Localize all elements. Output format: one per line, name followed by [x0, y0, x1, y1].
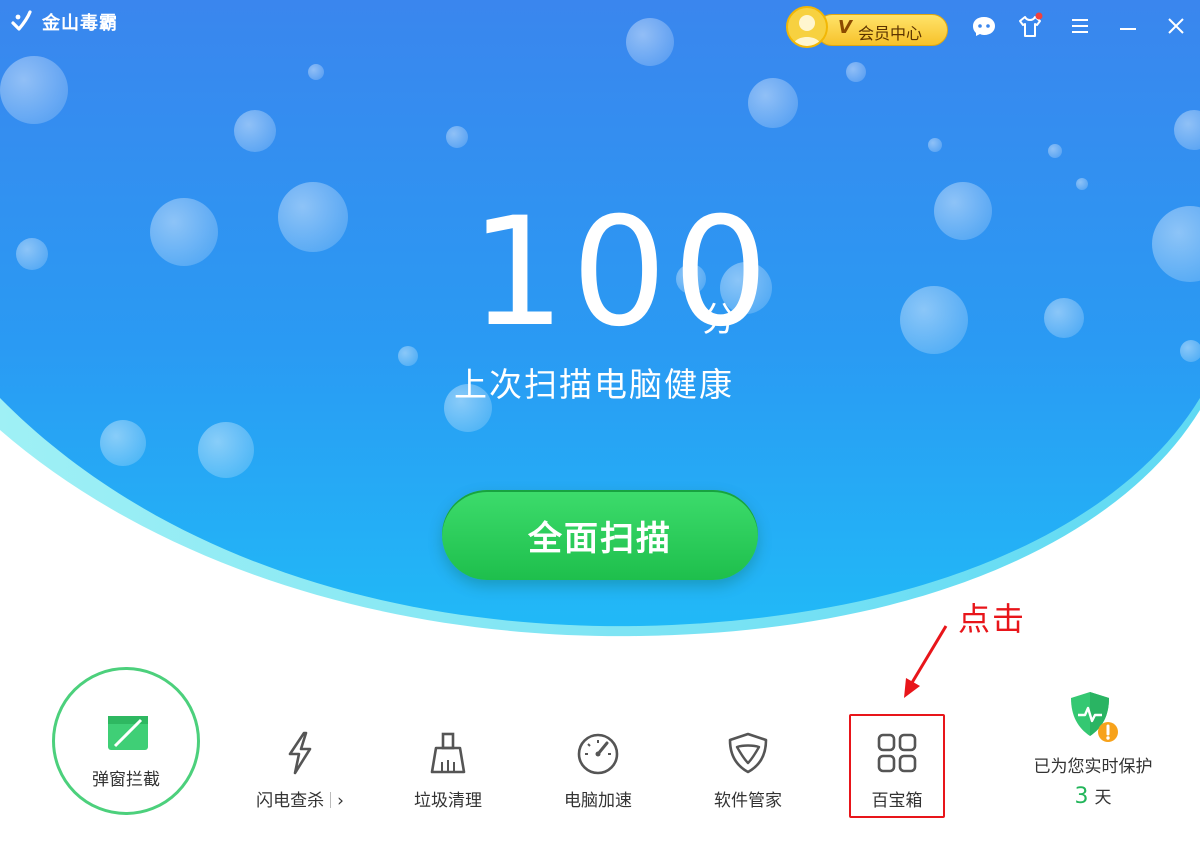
bubble	[900, 286, 968, 354]
bubble	[16, 238, 48, 270]
full-scan-button[interactable]: 全面扫描	[442, 490, 758, 580]
scan-status-text: 上次扫描电脑健康	[454, 365, 734, 404]
vip-center-button[interactable]: V 会员中心	[786, 6, 948, 48]
speedometer-icon	[577, 733, 619, 775]
bubble	[398, 346, 418, 366]
health-score-unit: 分	[702, 300, 736, 340]
bubble	[150, 198, 218, 266]
protection-label: 已为您实时保护	[1033, 757, 1153, 777]
bubble	[446, 126, 468, 148]
junk-clean-button[interactable]: 垃圾清理	[398, 730, 498, 811]
bubble	[1180, 340, 1200, 362]
duba-logo-icon	[11, 10, 32, 31]
realtime-protection-status[interactable]: 已为您实时保护 3天	[1020, 688, 1166, 809]
annotation-highlight-box	[849, 714, 945, 818]
protection-shield-icon	[1071, 692, 1118, 742]
bubble	[928, 138, 942, 152]
flash-kill-label: 闪电查杀	[256, 791, 325, 811]
broom-icon	[430, 732, 466, 774]
bubble	[278, 182, 348, 252]
avatar[interactable]	[786, 6, 828, 48]
duba-main-window: 金山毒霸 V 会员中心 100 分 上次扫描电脑健康 全面扫描 点击 弹窗拦截 …	[0, 0, 1200, 841]
protection-days: 3	[1074, 784, 1089, 809]
menu-icon[interactable]	[1066, 12, 1094, 40]
popup-block-icon	[108, 716, 148, 750]
bubble	[934, 182, 992, 240]
bubble	[234, 110, 276, 152]
software-manager-label: 软件管家	[714, 791, 782, 811]
shield-icon	[728, 732, 768, 774]
app-name: 金山毒霸	[42, 13, 118, 34]
annotation-arrow-icon	[904, 625, 948, 698]
bubble	[748, 78, 798, 128]
chat-bubble-icon[interactable]	[970, 12, 998, 40]
bubble	[0, 56, 68, 124]
junk-clean-label: 垃圾清理	[414, 791, 482, 811]
pc-speedup-label: 电脑加速	[564, 791, 632, 811]
avatar-user-icon	[793, 15, 821, 46]
divider	[330, 792, 332, 808]
minimize-icon[interactable]	[1114, 12, 1142, 40]
popup-block-button[interactable]: 弹窗拦截	[52, 667, 200, 815]
lightning-icon	[288, 731, 312, 775]
bubble	[1044, 298, 1084, 338]
software-manager-button[interactable]: 软件管家	[698, 730, 798, 811]
close-icon[interactable]	[1162, 12, 1190, 40]
bubble	[626, 18, 674, 66]
vip-center-label: 会员中心	[858, 24, 923, 43]
app-logo: 金山毒霸	[10, 9, 118, 35]
flash-kill-button[interactable]: 闪电查杀 ›	[250, 730, 350, 811]
bubble	[100, 420, 146, 466]
bubble	[308, 64, 324, 80]
popup-block-label: 弹窗拦截	[92, 770, 160, 790]
vip-v-badge: V	[838, 17, 852, 38]
tshirt-icon[interactable]	[1016, 12, 1044, 40]
protection-days-unit: 天	[1094, 788, 1112, 808]
bubble	[198, 422, 254, 478]
pc-speedup-button[interactable]: 电脑加速	[548, 730, 648, 811]
bubble	[1048, 144, 1062, 158]
click-annotation-text: 点击	[958, 600, 1027, 638]
flash-kill-expand-arrow[interactable]: ›	[337, 791, 344, 811]
bubble	[1076, 178, 1088, 190]
bubble	[846, 62, 866, 82]
